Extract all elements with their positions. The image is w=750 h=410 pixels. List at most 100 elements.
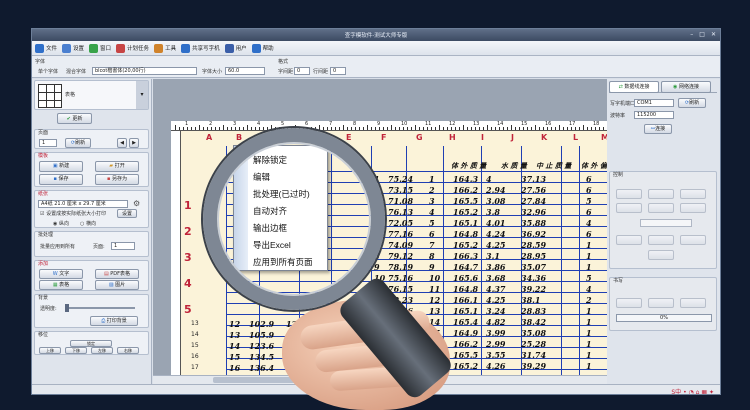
- save-button[interactable]: ▪ 保存: [39, 174, 83, 185]
- table-cell[interactable]: 4: [486, 174, 492, 184]
- table-cell[interactable]: 2: [429, 185, 435, 195]
- menu-item-4[interactable]: 工具: [154, 43, 176, 53]
- row-number[interactable]: 16: [191, 353, 199, 360]
- table-cell[interactable]: 165.6: [453, 273, 478, 283]
- control-button-10[interactable]: [648, 250, 674, 260]
- add-pdf-button[interactable]: ▤ PDF表格: [95, 269, 139, 279]
- control-button-7[interactable]: [616, 235, 642, 245]
- table-cell[interactable]: 12: [429, 295, 440, 305]
- port-refresh-button[interactable]: ⟳刷新: [678, 98, 706, 108]
- column-header[interactable]: E: [346, 133, 351, 143]
- table-cell[interactable]: 165.4: [453, 317, 478, 327]
- column-header[interactable]: M: [601, 133, 607, 143]
- table-cell[interactable]: 1: [586, 328, 592, 338]
- table-cell[interactable]: 4.82: [486, 317, 505, 327]
- add-image-button[interactable]: ▨ 图片: [95, 280, 139, 290]
- tab-wifi[interactable]: ◉ 网络连接: [661, 81, 711, 93]
- lock-button[interactable]: 锁定: [70, 340, 112, 347]
- table-cell[interactable]: 164.3: [453, 174, 478, 184]
- table-header-cell[interactable]: 体 外 质 量: [451, 161, 486, 171]
- table-cell[interactable]: 14: [229, 341, 240, 351]
- row-number[interactable]: 5: [184, 303, 192, 316]
- font-size-input[interactable]: 60.0: [225, 67, 265, 75]
- control-button-1[interactable]: [616, 189, 642, 199]
- save-as-button[interactable]: ▪ 另存为: [95, 174, 139, 185]
- table-cell[interactable]: 25.28: [521, 339, 546, 349]
- menu-item-0[interactable]: 文件: [35, 43, 57, 53]
- table-cell[interactable]: 165.5: [453, 196, 478, 206]
- opacity-slider-thumb[interactable]: [65, 304, 69, 312]
- table-cell[interactable]: 6: [586, 207, 592, 217]
- menu-item-1[interactable]: 设置: [62, 43, 84, 53]
- baud-select[interactable]: 115200: [634, 111, 674, 119]
- table-cell[interactable]: 4: [586, 284, 592, 294]
- paper-size-select[interactable]: A4纸 21.0 厘米 x 29.7 厘米: [38, 200, 128, 208]
- column-header[interactable]: I: [481, 133, 484, 143]
- table-cell[interactable]: 4.37: [486, 284, 505, 294]
- table-cell[interactable]: 28.59: [521, 240, 546, 250]
- table-cell[interactable]: 77.16: [388, 229, 413, 239]
- table-cell[interactable]: 38.1: [521, 295, 540, 305]
- row-number[interactable]: 13: [191, 320, 199, 327]
- close-icon[interactable]: ✕: [711, 31, 716, 38]
- row-number[interactable]: 2: [184, 225, 192, 238]
- table-cell[interactable]: 3: [429, 196, 435, 206]
- table-cell[interactable]: 4.26: [486, 361, 505, 371]
- column-header[interactable]: L: [573, 133, 578, 143]
- table-cell[interactable]: 5: [429, 218, 435, 228]
- connect-button[interactable]: ⚯连接: [644, 124, 672, 134]
- print-background-button[interactable]: ⎙ 打印背景: [90, 316, 138, 326]
- table-cell[interactable]: 1: [586, 240, 592, 250]
- char-spacing-input[interactable]: 0: [294, 67, 310, 75]
- write-start-button[interactable]: [616, 298, 642, 308]
- table-cell[interactable]: 71.08: [388, 196, 413, 206]
- menu-item-3[interactable]: 计划任务: [116, 43, 149, 53]
- open-button[interactable]: ▰ 打开: [95, 161, 139, 172]
- table-cell[interactable]: 34.36: [521, 273, 546, 283]
- table-cell[interactable]: 1: [586, 361, 592, 371]
- table-cell[interactable]: 165.2: [453, 361, 478, 371]
- column-header[interactable]: H: [449, 133, 456, 143]
- table-cell[interactable]: 165.2: [453, 207, 478, 217]
- table-cell[interactable]: 1: [586, 339, 592, 349]
- table-cell[interactable]: 166.2: [453, 185, 478, 195]
- row-number[interactable]: 4: [184, 277, 192, 290]
- prev-page-button[interactable]: ◀: [117, 138, 127, 148]
- table-cell[interactable]: 4: [586, 218, 592, 228]
- row-number[interactable]: 1: [184, 199, 192, 212]
- next-page-button[interactable]: ▶: [129, 138, 139, 148]
- column-header[interactable]: G: [416, 133, 423, 143]
- table-cell[interactable]: 13: [429, 306, 440, 316]
- table-cell[interactable]: 38.42: [521, 317, 546, 327]
- batch-pages-input[interactable]: 1: [111, 242, 135, 250]
- table-cell[interactable]: 2.94: [486, 185, 505, 195]
- table-cell[interactable]: 73.15: [388, 185, 413, 195]
- landscape-radio[interactable]: ○ 横向: [80, 220, 96, 227]
- menu-item-7[interactable]: 帮助: [251, 43, 274, 53]
- table-cell[interactable]: 78.19: [388, 262, 413, 272]
- table-cell[interactable]: 5: [586, 273, 592, 283]
- control-button-6[interactable]: [680, 203, 706, 213]
- table-cell[interactable]: 5: [586, 196, 592, 206]
- table-cell[interactable]: 4.24: [486, 229, 505, 239]
- table-cell[interactable]: 4.25: [486, 240, 505, 250]
- table-header-cell[interactable]: 中 止 质 量: [536, 161, 571, 171]
- move-up-button[interactable]: 上移: [39, 347, 61, 354]
- table-cell[interactable]: 35.88: [521, 218, 546, 228]
- table-cell[interactable]: 79.12: [388, 251, 413, 261]
- table-cell[interactable]: 36.92: [521, 229, 546, 239]
- menu-item-2[interactable]: 窗口: [89, 43, 111, 53]
- row-number[interactable]: 17: [191, 364, 199, 371]
- table-cell[interactable]: 6: [586, 185, 592, 195]
- table-header-cell[interactable]: 体 外 偏: [581, 161, 607, 171]
- tab-serial[interactable]: ⇄ 数据线连接: [609, 81, 659, 93]
- table-cell[interactable]: 35.07: [521, 262, 546, 272]
- column-header[interactable]: F: [381, 133, 386, 143]
- column-header[interactable]: J: [511, 133, 514, 143]
- table-cell[interactable]: 39.22: [521, 284, 546, 294]
- font-single-option[interactable]: 单个字体: [38, 68, 58, 75]
- table-cell[interactable]: 3.86: [486, 262, 505, 272]
- table-cell[interactable]: 3.24: [486, 306, 505, 316]
- add-text-button[interactable]: W 文字: [39, 269, 83, 279]
- menu-item-5[interactable]: 共享写字机: [181, 43, 220, 53]
